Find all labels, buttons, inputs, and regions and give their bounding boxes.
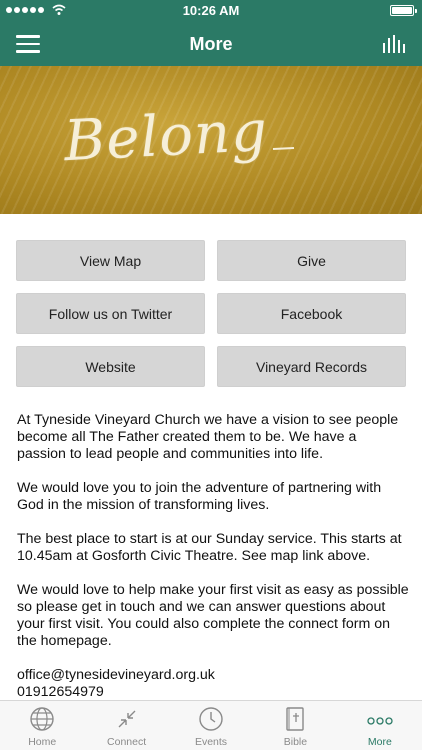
status-bar: 10:26 AM (0, 0, 422, 22)
about-paragraph: We would love you to join the adventure … (17, 480, 382, 513)
tab-connect[interactable]: Connect (84, 701, 168, 750)
tab-bible[interactable]: Bible (253, 701, 337, 750)
nav-bar: More (0, 22, 422, 66)
vineyard-records-button[interactable]: Vineyard Records (217, 346, 406, 387)
banner-dash (272, 147, 295, 150)
tab-label: More (367, 736, 392, 748)
page-title: More (189, 34, 233, 54)
audio-bars-icon[interactable] (382, 34, 408, 54)
tab-label: Connect (107, 736, 147, 748)
tab-home[interactable]: Home (0, 701, 84, 750)
give-button[interactable]: Give (217, 240, 406, 281)
contact-info: office@tynesidevineyard.org.uk 019126549… (17, 667, 409, 701)
tab-label: Events (194, 736, 228, 748)
website-button[interactable]: Website (16, 346, 205, 387)
globe-icon (30, 707, 54, 731)
tab-more[interactable]: More (338, 701, 422, 750)
view-map-button[interactable]: View Map (16, 240, 205, 281)
twitter-button[interactable]: Follow us on Twitter (16, 293, 205, 334)
status-time: 10:26 AM (182, 3, 240, 18)
tab-events[interactable]: Events (169, 701, 253, 750)
tab-bar: Home Connect Events Bible More (0, 700, 422, 750)
facebook-button[interactable]: Facebook (217, 293, 406, 334)
banner-image: Belong (0, 66, 422, 214)
about-paragraph: At Tyneside Vineyard Church we have a vi… (17, 412, 399, 462)
about-content: At Tyneside Vineyard Church we have a vi… (17, 412, 409, 701)
battery-icon (390, 5, 417, 16)
clock-icon (199, 707, 223, 731)
contact-email[interactable]: office@tynesidevineyard.org.uk (17, 667, 409, 684)
contact-phone[interactable]: 01912654979 (17, 684, 409, 701)
tab-label: Home (28, 736, 57, 748)
banner-text: Belong (62, 98, 270, 175)
tab-label: Bible (283, 736, 308, 748)
about-paragraph: We would love to help make your first vi… (17, 582, 409, 649)
bible-icon (286, 707, 305, 731)
more-dots-icon (367, 717, 393, 725)
about-paragraph: The best place to start is at our Sunday… (17, 531, 402, 564)
connect-arrows-icon (118, 710, 136, 728)
